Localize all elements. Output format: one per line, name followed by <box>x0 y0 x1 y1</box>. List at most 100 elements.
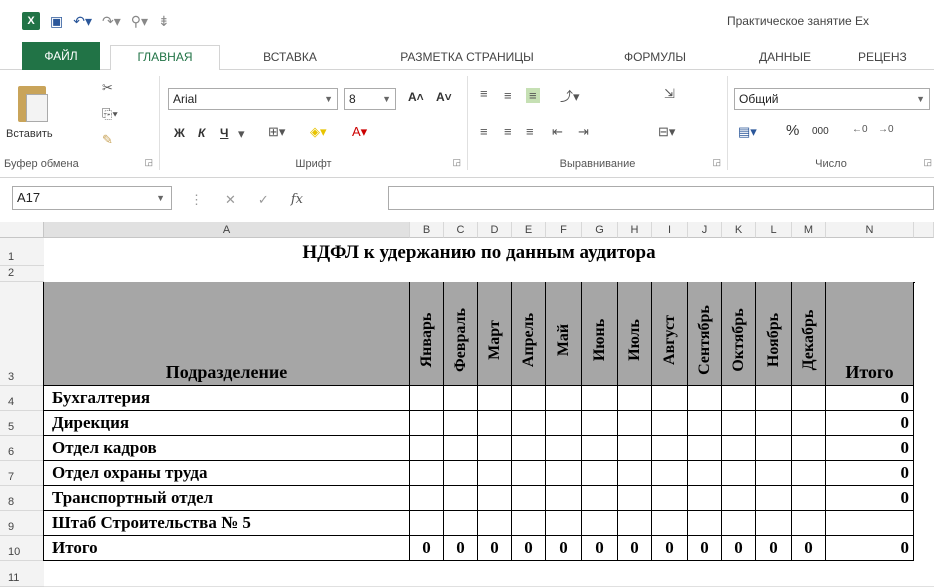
align-bottom-icon[interactable]: ≡ <box>526 88 540 103</box>
table-cell[interactable] <box>688 461 722 486</box>
table-cell[interactable] <box>546 486 582 511</box>
table-cell[interactable] <box>444 461 478 486</box>
column-header-e[interactable]: E <box>512 222 546 238</box>
table-cell[interactable] <box>582 411 618 436</box>
total-row-value[interactable]: 0 <box>582 536 618 561</box>
table-cell[interactable] <box>756 436 792 461</box>
table-row-dept[interactable]: Бухгалтерия <box>44 386 410 411</box>
header-month[interactable]: Апрель <box>512 282 546 386</box>
tab-page-layout[interactable]: РАЗМЕТКА СТРАНИЦЫ <box>362 46 572 70</box>
table-cell[interactable] <box>792 411 826 436</box>
column-header-l[interactable]: L <box>756 222 792 238</box>
header-month[interactable]: Июнь <box>582 282 618 386</box>
total-row-value[interactable]: 0 <box>756 536 792 561</box>
undo-icon[interactable]: ↶▾ <box>73 13 92 30</box>
copy-icon[interactable]: ⎘▾ <box>102 106 118 122</box>
column-header-g[interactable]: G <box>582 222 618 238</box>
percent-button[interactable]: % <box>786 122 799 139</box>
paste-icon[interactable] <box>18 86 48 122</box>
table-cell[interactable] <box>444 411 478 436</box>
fill-color-icon[interactable]: ◈▾ <box>310 124 327 140</box>
table-cell[interactable] <box>582 436 618 461</box>
table-row-dept[interactable]: Отдел кадров <box>44 436 410 461</box>
table-cell[interactable] <box>722 461 756 486</box>
align-top-icon[interactable]: ≡ <box>480 86 488 101</box>
row-header-4[interactable]: 4 <box>0 386 44 411</box>
table-cell[interactable] <box>410 386 444 411</box>
tab-insert[interactable]: ВСТАВКА <box>240 46 340 70</box>
select-all-corner[interactable] <box>0 222 44 238</box>
empty-row[interactable] <box>44 561 934 587</box>
table-cell[interactable] <box>618 486 652 511</box>
row-header-10[interactable]: 10 <box>0 536 44 561</box>
qat-more-icon[interactable]: ⇟ <box>158 13 170 30</box>
column-header-i[interactable]: I <box>652 222 688 238</box>
total-row-value[interactable]: 0 <box>478 536 512 561</box>
table-cell[interactable] <box>652 411 688 436</box>
column-header-a[interactable]: A <box>44 222 410 238</box>
table-cell[interactable] <box>652 511 688 536</box>
total-row-value[interactable]: 0 <box>618 536 652 561</box>
table-row-dept[interactable]: Штаб Строительства № 5 <box>44 511 410 536</box>
align-right-icon[interactable]: ≡ <box>526 124 534 139</box>
table-cell[interactable] <box>546 411 582 436</box>
font-color-icon[interactable]: A▾ <box>352 124 367 140</box>
sheet-title[interactable]: НДФЛ к удержанию по данным аудитора <box>44 238 914 266</box>
table-cell[interactable] <box>688 386 722 411</box>
customize-icon[interactable]: ⚲▾ <box>131 13 148 30</box>
table-cell[interactable] <box>652 461 688 486</box>
table-cell[interactable] <box>478 461 512 486</box>
underline-button[interactable]: Ч <box>220 126 228 140</box>
align-left-icon[interactable]: ≡ <box>480 124 488 139</box>
tab-data[interactable]: ДАННЫЕ <box>735 46 835 70</box>
total-row-value[interactable]: 0 <box>652 536 688 561</box>
table-cell[interactable] <box>582 386 618 411</box>
table-row-total[interactable]: 0 <box>826 461 914 486</box>
enter-icon[interactable]: ✓ <box>258 192 269 208</box>
align-middle-icon[interactable]: ≡ <box>504 88 512 103</box>
tab-review[interactable]: РЕЦЕНЗ <box>858 46 934 70</box>
row-header-2[interactable]: 2 <box>0 266 44 282</box>
total-row-value[interactable]: 0 <box>722 536 756 561</box>
table-cell[interactable] <box>652 436 688 461</box>
total-row-grand[interactable]: 0 <box>826 536 914 561</box>
table-cell[interactable] <box>722 411 756 436</box>
table-cell[interactable] <box>512 436 546 461</box>
table-cell[interactable] <box>618 461 652 486</box>
accounting-format-icon[interactable]: ▤▾ <box>738 124 757 140</box>
number-format-select[interactable]: Общий ▼ <box>734 88 930 110</box>
table-cell[interactable] <box>478 436 512 461</box>
cut-icon[interactable]: ✂ <box>102 80 113 96</box>
header-month[interactable]: Март <box>478 282 512 386</box>
table-cell[interactable] <box>512 386 546 411</box>
table-row-dept[interactable]: Дирекция <box>44 411 410 436</box>
total-row-value[interactable]: 0 <box>410 536 444 561</box>
column-header-f[interactable]: F <box>546 222 582 238</box>
table-cell[interactable] <box>546 511 582 536</box>
decrease-font-icon[interactable]: A˅ <box>436 90 452 104</box>
column-header-n[interactable]: N <box>826 222 914 238</box>
comma-button[interactable]: 000 <box>812 126 829 137</box>
table-cell[interactable] <box>546 461 582 486</box>
decrease-decimal-icon[interactable]: →0 <box>878 124 894 135</box>
row-header-7[interactable]: 7 <box>0 461 44 486</box>
table-row-dept[interactable]: Транспортный отдел <box>44 486 410 511</box>
total-row-value[interactable]: 0 <box>792 536 826 561</box>
table-cell[interactable] <box>652 486 688 511</box>
row-header-3[interactable]: 3 <box>0 282 44 386</box>
header-month[interactable]: Август <box>652 282 688 386</box>
table-cell[interactable] <box>512 511 546 536</box>
table-cell[interactable] <box>618 511 652 536</box>
number-launcher-icon[interactable]: ◲ <box>923 157 932 168</box>
table-cell[interactable] <box>618 386 652 411</box>
wrap-text-icon[interactable]: ⇲ <box>664 86 675 102</box>
total-row-value[interactable]: 0 <box>546 536 582 561</box>
total-row-label[interactable]: Итого <box>44 536 410 561</box>
table-cell[interactable] <box>410 486 444 511</box>
column-header-m[interactable]: M <box>792 222 826 238</box>
table-cell[interactable] <box>512 461 546 486</box>
column-header-c[interactable]: C <box>444 222 478 238</box>
table-cell[interactable] <box>792 486 826 511</box>
table-row-total[interactable]: 0 <box>826 436 914 461</box>
table-cell[interactable] <box>722 486 756 511</box>
